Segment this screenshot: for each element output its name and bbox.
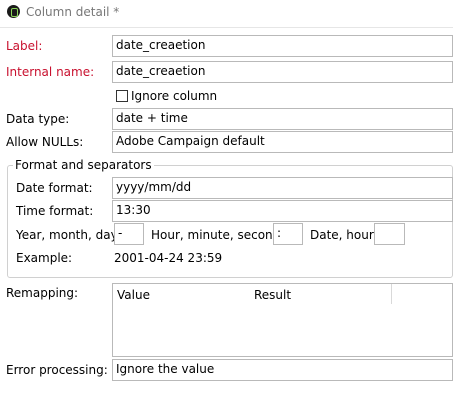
ymd-separator-field[interactable]: - (114, 223, 144, 245)
title-bar: Column detail * (0, 0, 453, 26)
remapping-column-header-result[interactable]: Result (254, 288, 291, 302)
data-type-label: Data type: (6, 112, 70, 126)
remapping-column-separator (391, 284, 392, 304)
example-value: 2001-04-24 23:59 (114, 251, 223, 265)
time-format-label: Time format: (16, 204, 94, 218)
data-type-select[interactable]: date + time (112, 108, 453, 130)
time-format-field[interactable]: 13:30 (112, 200, 453, 222)
date-format-field[interactable]: yyyy/mm/dd (112, 177, 453, 199)
ignore-column-checkbox[interactable] (116, 90, 128, 102)
label-field[interactable]: date_creaetion (112, 35, 453, 57)
app-logo-icon (7, 5, 20, 18)
example-label: Example: (16, 251, 73, 265)
internal-name-field[interactable]: date_creaetion (112, 61, 453, 83)
window-title: Column detail * (26, 5, 120, 19)
hms-separator-label: Hour, minute, second: (151, 228, 285, 242)
date-hour-separator-label: Date, hour: (310, 228, 378, 242)
date-hour-separator-field[interactable] (374, 223, 405, 245)
error-processing-select[interactable]: Ignore the value (112, 359, 453, 381)
hms-separator-field[interactable]: : (273, 223, 303, 245)
remapping-label: Remapping: (6, 286, 79, 300)
date-format-label: Date format: (16, 181, 93, 195)
internal-name-label: Internal name: (6, 65, 95, 79)
allow-nulls-select[interactable]: Adobe Campaign default (112, 131, 453, 153)
allow-nulls-label: Allow NULLs: (6, 135, 84, 149)
error-processing-label: Error processing: (6, 363, 108, 377)
ignore-column-label: Ignore column (131, 89, 218, 103)
label-label: Label: (6, 39, 43, 53)
format-separators-legend: Format and separators (13, 158, 154, 172)
remapping-column-header-value[interactable]: Value (117, 288, 150, 302)
title-divider (0, 27, 453, 28)
remapping-table[interactable]: Value Result (112, 283, 453, 357)
ymd-separator-label: Year, month, day: (16, 228, 121, 242)
